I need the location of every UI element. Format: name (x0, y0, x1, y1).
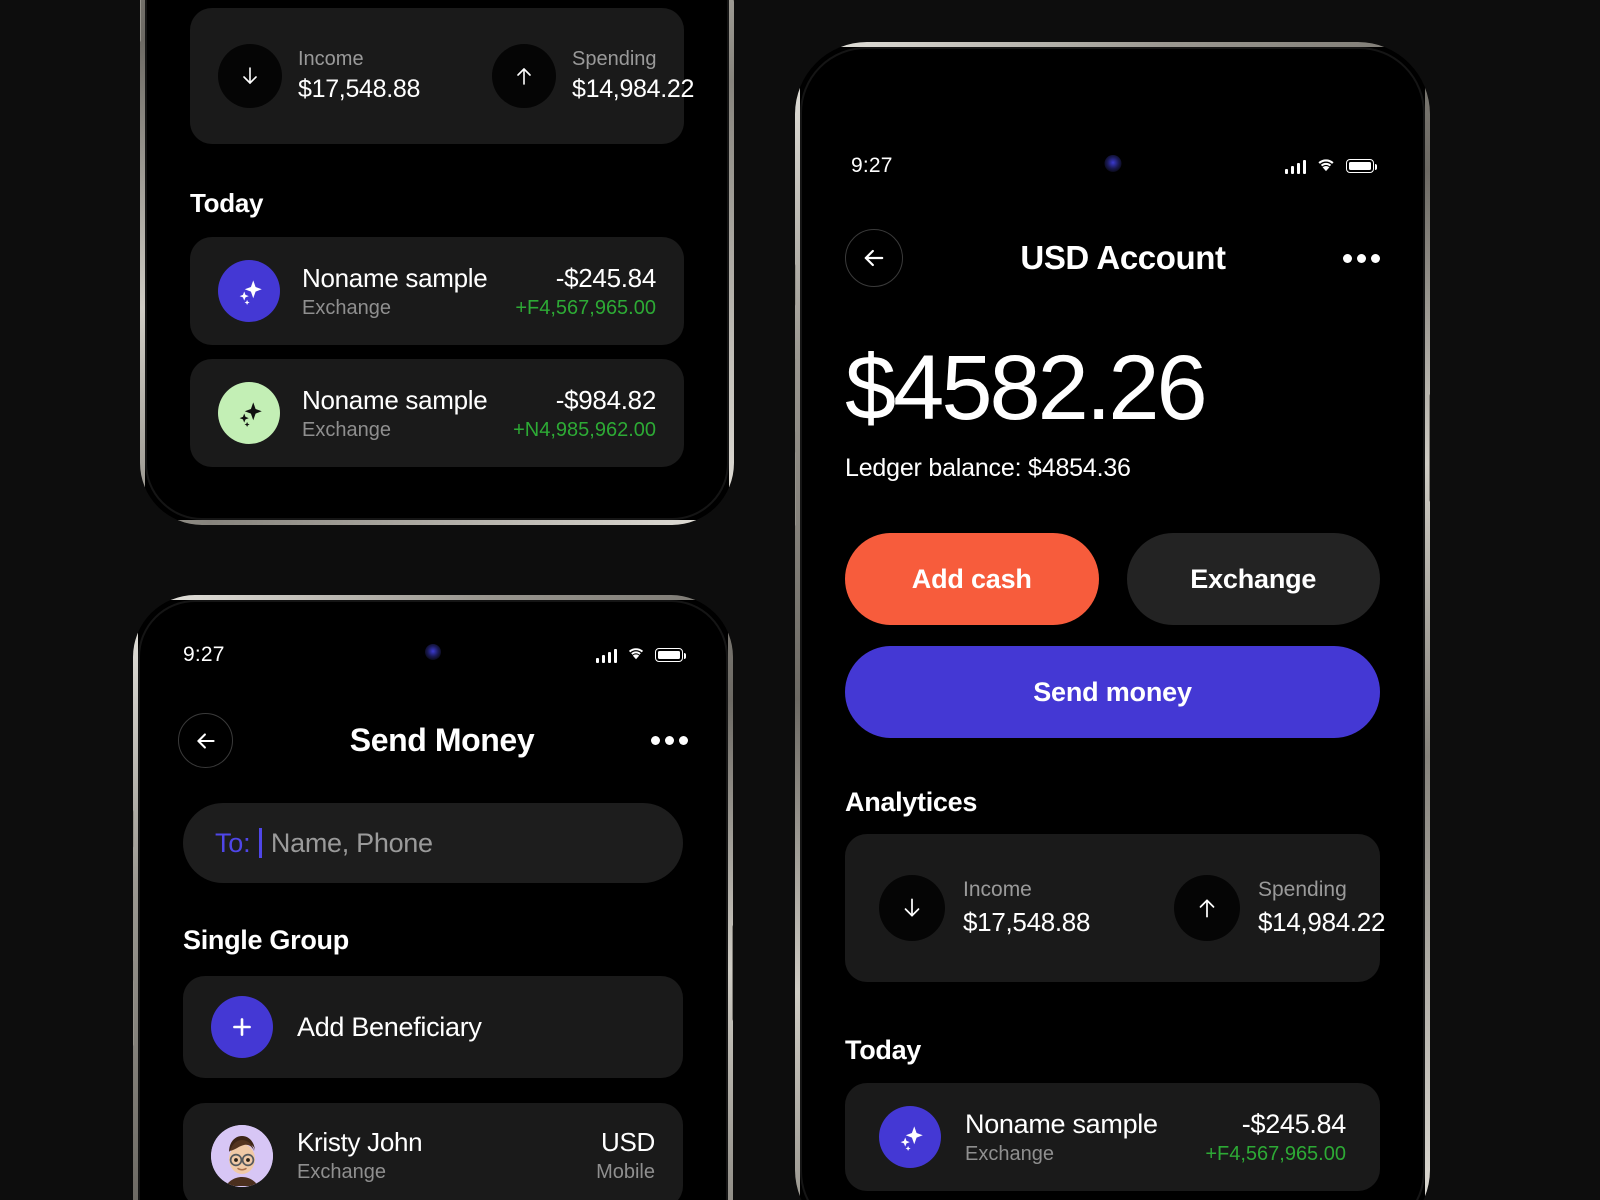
spending-value: $14,984.22 (572, 75, 695, 103)
add-cash-button[interactable]: Add cash (845, 533, 1099, 625)
status-time: 9:27 (183, 643, 225, 666)
table-row[interactable]: Noname sample Exchange -$245.84 +F4,567,… (190, 237, 684, 345)
income-label: Income (298, 48, 364, 70)
beneficiary-category: Exchange (297, 1161, 386, 1183)
page-title: USD Account (1020, 239, 1226, 276)
add-beneficiary-label: Add Beneficiary (297, 1011, 482, 1042)
exchange-button[interactable]: Exchange (1126, 533, 1380, 625)
transaction-name: Noname sample (302, 262, 488, 293)
text-cursor (259, 828, 262, 858)
screen-send-money: 9:27 Send Money To: Name, Phone Single G… (133, 595, 733, 1200)
navigation-bar: Send Money (133, 713, 733, 768)
wifi-icon (1315, 156, 1337, 177)
today-heading: Today (190, 188, 264, 218)
income-value: $17,548.88 (963, 907, 1091, 937)
page-title: Send Money (349, 722, 535, 758)
recipient-label: To: (215, 827, 251, 858)
screen-top-left: Income $17,548.88 Spending $14,984.22 To… (140, 0, 734, 525)
income-label: Income (963, 878, 1032, 901)
group-heading: Single Group (183, 925, 349, 955)
analytics-card[interactable]: Income $17,548.88 Spending $14,984.22 (845, 834, 1385, 982)
status-bar: 9:27 (133, 643, 733, 667)
stat-income: Income $17,548.88 (879, 875, 1174, 941)
status-time: 9:27 (851, 154, 893, 177)
primary-actions: Add cash Exchange (845, 533, 1380, 625)
phone-top-left: Income $17,548.88 Spending $14,984.22 To… (140, 0, 734, 525)
battery-full-icon (1346, 159, 1377, 173)
spending-label: Spending (1258, 878, 1347, 901)
table-row[interactable]: Noname sample Exchange -$245.84 +F4,567,… (845, 1083, 1380, 1191)
sparkle-icon (879, 1106, 941, 1168)
transaction-category: Exchange (302, 296, 391, 319)
transaction-converted: +F4,567,965.00 (515, 296, 656, 319)
add-beneficiary-button[interactable]: Add Beneficiary (183, 976, 683, 1078)
transaction-converted: +F4,567,965.00 (1205, 1142, 1346, 1165)
volume-down-button[interactable] (133, 980, 134, 1046)
arrow-down-icon (879, 875, 945, 941)
stat-income: Income $17,548.88 (218, 44, 492, 108)
volume-up-button[interactable] (133, 895, 134, 961)
back-button[interactable] (178, 713, 233, 768)
cellular-signal-icon (595, 648, 617, 663)
table-row[interactable]: Noname sample Exchange -$984.82 +N4,985,… (190, 359, 684, 467)
memoji-avatar (211, 1124, 273, 1187)
account-balance: $4582.26 (845, 337, 1208, 439)
arrow-down-icon (218, 44, 282, 108)
transaction-amount: -$984.82 (555, 384, 657, 415)
ledger-balance: Ledger balance: $4854.36 (845, 454, 1131, 482)
transaction-category: Exchange (965, 1142, 1054, 1165)
sparkle-icon (218, 260, 280, 322)
cellular-signal-icon (1284, 159, 1306, 174)
list-item[interactable]: Kristy John Exchange USD Mobile (183, 1103, 683, 1200)
transaction-name: Noname sample (302, 384, 488, 415)
beneficiary-name: Kristy John (297, 1127, 423, 1157)
battery-full-icon (655, 648, 686, 662)
screen-usd-account: 9:27 USD Account $4582.26 Ledger balance… (795, 42, 1430, 1200)
income-value: $17,548.88 (298, 75, 421, 103)
more-options-icon[interactable] (1343, 253, 1380, 263)
plus-icon (211, 996, 273, 1058)
transaction-name: Noname sample (965, 1108, 1158, 1139)
send-money-button[interactable]: Send money (845, 646, 1380, 738)
power-button[interactable] (1429, 394, 1430, 502)
analytics-heading: Analytices (845, 787, 978, 817)
beneficiary-method: Mobile (596, 1161, 655, 1183)
transaction-converted: +N4,985,962.00 (513, 418, 656, 441)
volume-up-button[interactable] (795, 358, 796, 432)
today-heading: Today (845, 1035, 922, 1065)
transaction-category: Exchange (302, 418, 391, 441)
wifi-icon (626, 645, 646, 665)
send-money-row: Send money (845, 646, 1380, 738)
volume-button[interactable] (140, 0, 141, 42)
navigation-bar: USD Account (795, 229, 1430, 287)
transaction-amount: -$245.84 (555, 262, 657, 293)
phone-main-usd-account: 9:27 USD Account $4582.26 Ledger balance… (795, 42, 1430, 1200)
beneficiary-currency: USD (601, 1127, 655, 1157)
arrow-up-icon (492, 44, 556, 108)
phone-bottom-left: 9:27 Send Money To: Name, Phone Single G… (133, 595, 733, 1200)
power-button[interactable] (732, 925, 733, 1021)
arrow-up-icon (1174, 875, 1240, 941)
back-button[interactable] (845, 229, 903, 287)
status-bar: 9:27 (795, 154, 1430, 178)
more-options-icon[interactable] (651, 736, 688, 745)
recipient-placeholder: Name, Phone (270, 827, 433, 858)
analytics-card-top-left[interactable]: Income $17,548.88 Spending $14,984.22 (190, 8, 694, 144)
mute-switch[interactable] (133, 810, 134, 848)
recipient-input[interactable]: To: Name, Phone (183, 803, 683, 883)
mute-switch[interactable] (795, 264, 796, 306)
stat-spending: Spending $14,984.22 (1174, 875, 1385, 941)
sparkle-icon (218, 382, 280, 444)
spending-label: Spending (572, 48, 657, 70)
stat-spending: Spending $14,984.22 (492, 44, 694, 108)
power-button[interactable] (733, 0, 734, 2)
spending-value: $14,984.22 (1258, 907, 1386, 937)
transaction-amount: -$245.84 (1241, 1108, 1347, 1139)
volume-down-button[interactable] (795, 452, 796, 526)
